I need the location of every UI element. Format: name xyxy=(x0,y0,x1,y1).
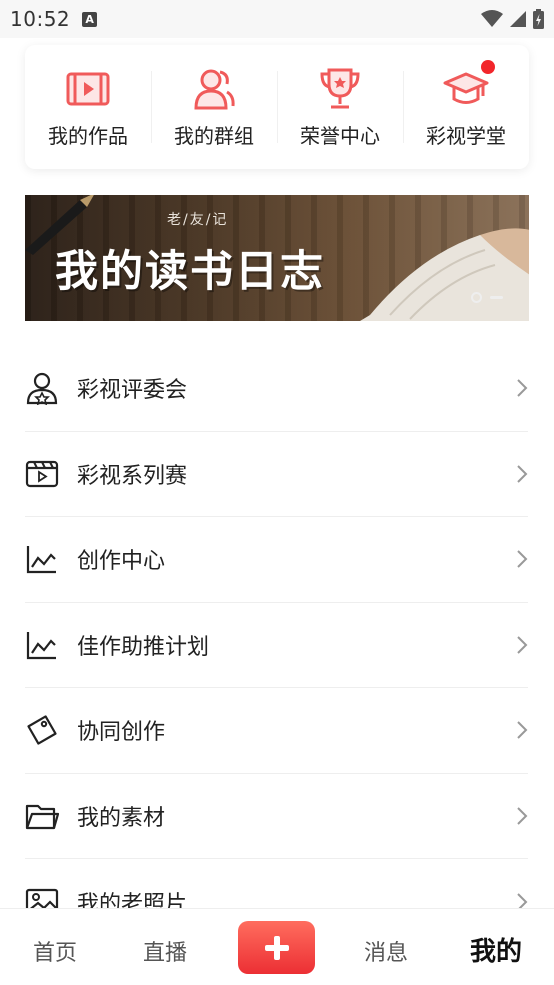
tile-honor-center[interactable]: 荣誉中心 xyxy=(277,45,403,169)
menu-item-promotion-plan[interactable]: 佳作助推计划 xyxy=(25,603,528,688)
quick-access-card: 我的作品 我的群组 荣誉中心 彩视学堂 xyxy=(25,45,529,169)
tag-icon xyxy=(25,712,61,748)
menu-item-series[interactable]: 彩视系列赛 xyxy=(25,432,528,517)
promo-banner[interactable]: 老/友/记 我的读书日志 xyxy=(25,195,529,321)
carousel-indicator xyxy=(471,292,503,303)
video-icon xyxy=(65,66,111,112)
line-chart-icon xyxy=(25,541,61,577)
menu-item-materials[interactable]: 我的素材 xyxy=(25,774,528,859)
menu-list: 彩视评委会 彩视系列赛 创作中心 佳作助推计划 协同创作 我的素材 我的老照片 xyxy=(25,346,528,945)
chevron-right-icon xyxy=(508,378,528,398)
nav-messages[interactable]: 消息 xyxy=(364,935,408,967)
bottom-nav: 首页 直播 消息 我的 xyxy=(0,908,554,985)
menu-item-label: 彩视评委会 xyxy=(77,378,188,404)
status-time: 10:52 xyxy=(10,7,71,31)
create-button[interactable] xyxy=(238,921,315,974)
plus-icon xyxy=(264,935,289,960)
nav-home[interactable]: 首页 xyxy=(33,935,77,967)
signal-icon xyxy=(510,11,526,27)
tile-my-works[interactable]: 我的作品 xyxy=(25,45,151,169)
judge-user-icon xyxy=(25,370,61,406)
tile-label: 我的群组 xyxy=(174,123,254,148)
menu-item-label: 我的素材 xyxy=(77,805,166,831)
graduation-cap-icon xyxy=(443,59,495,112)
tile-label: 彩视学堂 xyxy=(426,123,506,148)
carousel-dot-active xyxy=(471,292,482,303)
open-book-image xyxy=(360,228,529,321)
tile-label: 荣誉中心 xyxy=(300,123,380,148)
clapperboard-icon xyxy=(25,456,61,492)
chevron-right-icon xyxy=(508,464,528,484)
banner-subtitle: 老/友/记 xyxy=(167,212,229,228)
menu-item-collaboration[interactable]: 协同创作 xyxy=(25,688,528,774)
trophy-icon xyxy=(317,66,363,112)
chevron-right-icon xyxy=(508,549,528,569)
menu-item-label: 彩视系列赛 xyxy=(77,463,188,489)
menu-item-label: 协同创作 xyxy=(77,720,166,746)
menu-item-label: 创作中心 xyxy=(77,549,166,575)
new-badge xyxy=(481,59,495,74)
chevron-right-icon xyxy=(508,635,528,655)
battery-icon xyxy=(533,9,544,29)
line-chart-icon xyxy=(25,627,61,663)
tile-label: 我的作品 xyxy=(48,123,128,148)
chevron-right-icon xyxy=(508,720,528,740)
folder-icon xyxy=(25,798,61,834)
notification-a-icon: A xyxy=(82,11,98,27)
tile-my-groups[interactable]: 我的群组 xyxy=(151,45,277,169)
menu-item-label: 佳作助推计划 xyxy=(77,634,210,660)
status-bar: 10:52 A xyxy=(0,0,554,38)
wifi-icon xyxy=(481,10,503,27)
tile-caishi-academy[interactable]: 彩视学堂 xyxy=(403,45,529,169)
nav-mine[interactable]: 我的 xyxy=(470,931,522,968)
chevron-right-icon xyxy=(508,806,528,826)
nav-live[interactable]: 直播 xyxy=(143,935,187,967)
carousel-dot xyxy=(490,296,503,299)
menu-item-judges[interactable]: 彩视评委会 xyxy=(25,346,528,432)
group-icon xyxy=(191,66,237,112)
banner-title: 我的读书日志 xyxy=(55,247,325,297)
menu-item-creation-center[interactable]: 创作中心 xyxy=(25,517,528,603)
